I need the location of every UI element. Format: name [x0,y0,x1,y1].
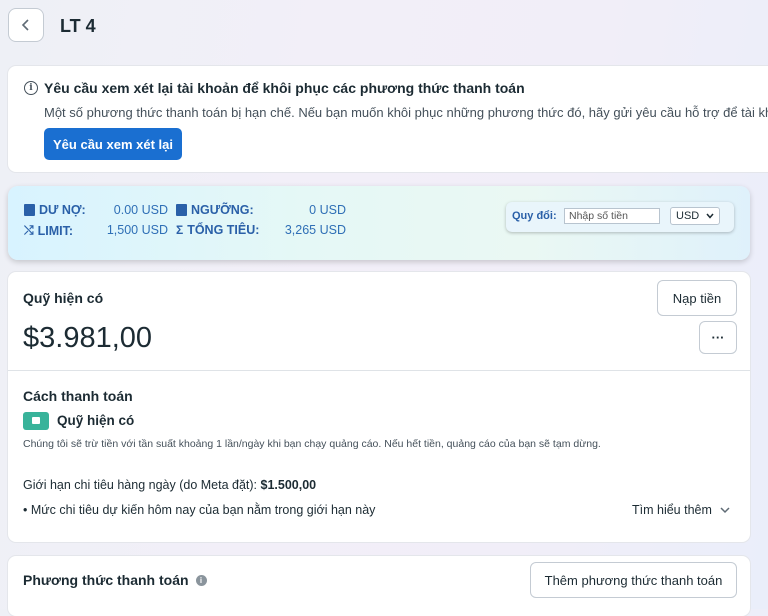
payment-methods-title: Phương thức thanh toán i [23,572,207,588]
wallet-name: Quỹ hiện có [57,413,135,428]
currency-select[interactable]: USD [670,207,720,225]
account-stats-bar: DƯ NỢ: 0.00 USD NGƯỠNG: 0 USD ⤭ LIMIT: 1… [8,186,750,260]
daily-limit-value: $1.500,00 [260,478,317,492]
du-no-label: DƯ NỢ: [39,203,86,217]
currency-selected: USD [676,210,700,222]
limit-stat: ⤭ LIMIT: [24,223,73,238]
banner-title: Yêu cầu xem xét lại tài khoản để khôi ph… [44,80,525,96]
tong-tieu-stat: Σ TỔNG TIÊU: [176,223,259,237]
funds-card: Quỹ hiện có $3.981,00 Nạp tiền ··· Cách … [8,272,750,542]
banner-text: Một số phương thức thanh toán bị hạn chế… [44,105,768,120]
du-no-stat: DƯ NỢ: [24,203,86,217]
tong-tieu-value: 3,265 USD [284,223,346,237]
sigma-icon: Σ [176,223,184,237]
add-payment-method-button[interactable]: Thêm phương thức thanh toán [530,562,737,598]
limit-label: LIMIT: [37,223,74,238]
more-options-button[interactable]: ··· [699,321,737,354]
nguong-label: NGƯỠNG: [191,203,254,217]
payment-methods-card: Phương thức thanh toán i Thêm phương thứ… [8,556,750,616]
document-icon [176,204,187,216]
review-banner: i Yêu cầu xem xét lại tài khoản để khôi … [8,66,768,172]
chevron-left-icon [21,19,29,31]
spend-estimate-text: Mức chi tiêu dự kiến hôm nay của bạn nằm… [30,503,376,517]
quy-doi-label: Quy đổi: [512,210,557,222]
nguong-value: 0 USD [309,203,346,217]
currency-converter: Quy đổi: USD [506,202,734,232]
learn-more-link[interactable]: Tìm hiểu thêm [632,503,730,517]
wallet-icon [23,412,49,430]
chevron-down-icon [720,506,730,513]
funds-label: Quỹ hiện có [23,290,104,306]
daily-limit-label: Giới hạn chi tiêu hàng ngày (do Meta đặt… [23,478,258,492]
payment-methods-label: Phương thức thanh toán [23,572,189,588]
document-icon [24,204,35,216]
info-icon[interactable]: i [195,574,207,586]
spend-estimate: • Mức chi tiêu dự kiến hôm nay của bạn n… [23,503,375,517]
shuffle-icon: ⤭ [24,223,34,237]
payment-description: Chúng tôi sẽ trừ tiền với tần suất khoản… [23,438,601,450]
tong-tieu-label: TỔNG TIÊU: [187,223,260,237]
nguong-stat: NGƯỠNG: [176,203,254,217]
bullet-icon: • [23,503,31,517]
deposit-button[interactable]: Nạp tiền [657,280,737,316]
info-icon: i [24,81,38,95]
request-review-button[interactable]: Yêu cầu xem xét lại [44,128,182,160]
divider [8,370,750,371]
du-no-value: 0.00 USD [113,203,168,217]
limit-value: 1,500 USD [106,223,168,237]
daily-limit: Giới hạn chi tiêu hàng ngày (do Meta đặt… [23,478,316,492]
funds-amount: $3.981,00 [23,322,153,354]
chevron-down-icon [706,213,714,219]
payment-method-label: Cách thanh toán [23,388,133,404]
page-title: LT 4 [60,16,96,36]
learn-more-label: Tìm hiểu thêm [632,503,712,517]
back-button[interactable] [8,8,44,42]
amount-input[interactable] [564,208,660,224]
